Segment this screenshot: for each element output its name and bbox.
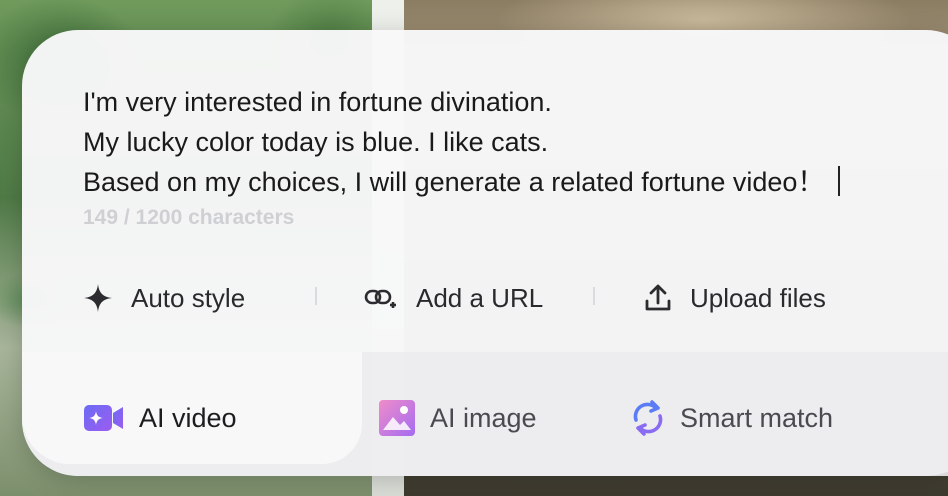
character-counter: 149 / 1200 characters [83, 206, 295, 229]
action-separator [315, 287, 317, 305]
tab-ai-video-label: AI video [139, 402, 237, 433]
prompt-textarea[interactable]: I'm very interested in fortune divinatio… [83, 82, 923, 202]
image-icon [378, 399, 416, 437]
video-camera-icon [83, 402, 125, 434]
prompt-line: Based on my choices, I will generate a r… [83, 162, 923, 202]
text-caret [838, 166, 841, 196]
refresh-icon [630, 398, 666, 438]
upload-icon [644, 283, 672, 313]
sparkle-icon [83, 283, 113, 313]
tab-ai-video[interactable]: AI video [83, 396, 237, 440]
add-url-button[interactable]: Add a URL [364, 278, 543, 318]
upload-files-button[interactable]: Upload files [644, 278, 826, 318]
tab-ai-image[interactable]: AI image [378, 396, 537, 440]
tab-smart-match[interactable]: Smart match [630, 396, 833, 440]
auto-style-button[interactable]: Auto style [83, 278, 245, 318]
tab-ai-image-label: AI image [430, 402, 537, 433]
prompt-line: My lucky color today is blue. I like cat… [83, 127, 549, 157]
add-url-label: Add a URL [416, 282, 544, 313]
tab-smart-match-label: Smart match [680, 402, 834, 433]
action-separator [593, 287, 595, 305]
prompt-line: I'm very interested in fortune divinatio… [83, 87, 552, 117]
upload-files-label: Upload files [690, 282, 826, 313]
auto-style-label: Auto style [131, 282, 246, 313]
prompt-line-text: Based on my choices, I will generate a r… [83, 167, 825, 197]
link-plus-icon [364, 283, 398, 313]
